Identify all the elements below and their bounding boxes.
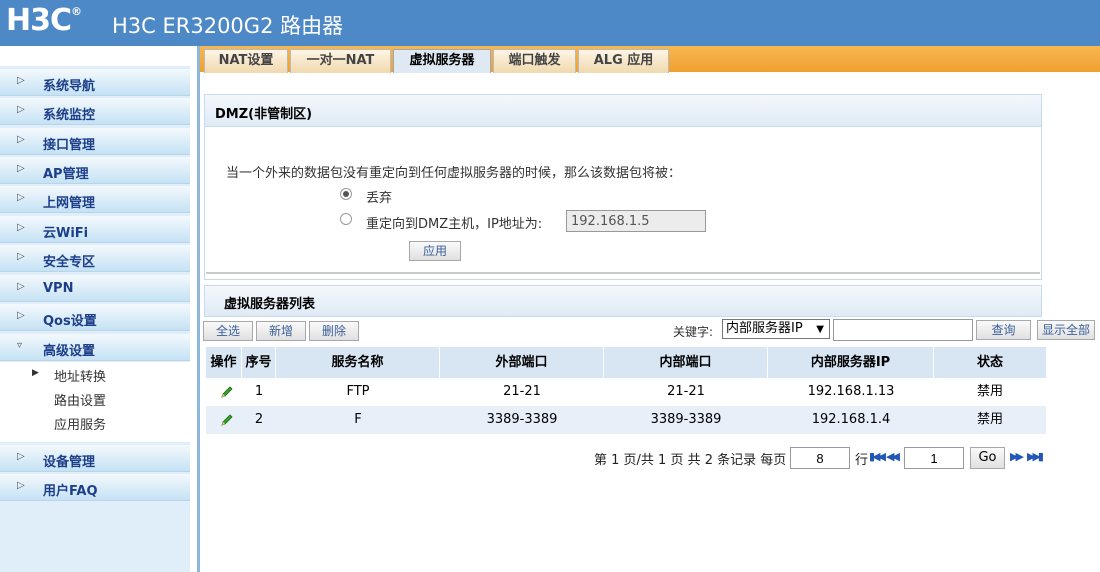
add-button[interactable]: 新增	[256, 321, 306, 341]
next-page-icon[interactable]: ▶▶	[1010, 450, 1024, 463]
tab-alg[interactable]: ALG 应用	[578, 49, 669, 73]
col-index: 序号	[242, 347, 276, 378]
cell-internal-port: 3389-3389	[650, 412, 722, 427]
sidebar-sub-routing[interactable]: 路由设置	[54, 390, 106, 409]
arrow-right-icon: ▷	[17, 104, 25, 115]
cell-index: 1	[254, 384, 264, 399]
radio-discard-label: 丢弃	[366, 191, 393, 206]
rows-label: 行	[855, 453, 869, 468]
col-external-port: 外部端口	[440, 347, 604, 378]
page-number-input[interactable]	[904, 447, 964, 469]
cell-status: 禁用	[976, 384, 1003, 399]
arrow-right-icon: ▷	[17, 251, 25, 262]
page-title: H3C ER3200G2 路由器	[112, 14, 344, 38]
tab-virtual-server[interactable]: 虚拟服务器	[393, 49, 491, 73]
cell-external-port: 3389-3389	[486, 412, 558, 427]
cell-service-name: F	[354, 412, 362, 427]
cell-status: 禁用	[976, 412, 1003, 427]
edit-pencil-icon[interactable]	[219, 412, 235, 428]
dmz-panel: DMZ(非管制区)	[204, 94, 1042, 280]
divider-line	[206, 272, 1040, 274]
keyword-label: 关键字:	[673, 325, 714, 339]
keyword-input[interactable]	[833, 319, 973, 341]
cell-external-port: 21-21	[503, 384, 541, 399]
dmz-description: 当一个外来的数据包没有重定向到任何虚拟服务器的时候，那么该数据包将被：	[226, 166, 682, 181]
cell-internal-port: 21-21	[667, 384, 705, 399]
dmz-title: DMZ(非管制区)	[215, 107, 313, 122]
tab-one-to-one-nat[interactable]: 一对一NAT	[290, 49, 391, 73]
table-header: 操作 序号 服务名称 外部端口 内部端口 内部服务器IP 状态	[206, 347, 1046, 378]
vs-list-header: 虚拟服务器列表	[204, 285, 1042, 317]
tab-nat-settings[interactable]: NAT设置	[204, 49, 288, 73]
col-status: 状态	[976, 355, 1003, 370]
arrow-right-icon: ▷	[17, 192, 25, 203]
col-internal-port: 内部端口	[604, 347, 768, 378]
app-header: H3C® H3C ER3200G2 路由器	[0, 0, 1100, 46]
sidebar-item-ap[interactable]: ▷ AP管理	[0, 157, 190, 184]
arrow-right-icon: ▷	[17, 480, 25, 491]
tab-port-trigger[interactable]: 端口触发	[493, 49, 576, 73]
arrow-right-icon: ▷	[17, 310, 25, 321]
select-all-button[interactable]: 全选	[203, 321, 253, 341]
cell-internal-ip: 192.168.1.13	[807, 384, 895, 399]
show-all-button[interactable]: 显示全部	[1037, 320, 1095, 340]
dropdown-arrow-icon: ▼	[816, 324, 824, 335]
sidebar-item-cloud-wifi[interactable]: ▷ 云WiFi	[0, 216, 190, 243]
sidebar-item-interface[interactable]: ▷ 接口管理	[0, 128, 190, 155]
sidebar-item-system-monitor[interactable]: ▷ 系统监控	[0, 98, 190, 125]
keyword-select[interactable]: 内部服务器IP ▼	[722, 319, 830, 339]
pagination-summary: 第 1 页/共 1 页 共 2 条记录 每页	[594, 453, 787, 468]
delete-button[interactable]: 删除	[309, 321, 359, 341]
sidebar-item-advanced[interactable]: ▿ 高级设置	[0, 334, 190, 361]
prev-page-icon[interactable]: ◀◀	[886, 450, 900, 463]
sidebar-item-vpn[interactable]: ▷ VPN	[0, 275, 190, 302]
sidebar-item-system-nav[interactable]: ▷ 系统导航	[0, 69, 190, 96]
current-item-arrow-icon: ▶	[32, 368, 39, 378]
col-action: 操作	[206, 347, 242, 378]
edit-pencil-icon[interactable]	[219, 384, 235, 400]
sidebar-divider	[197, 46, 200, 572]
first-page-icon[interactable]: ▮◀◀	[869, 450, 886, 463]
search-button[interactable]: 查询	[976, 320, 1031, 340]
cell-service-name: FTP	[346, 384, 370, 399]
sidebar-item-internet[interactable]: ▷ 上网管理	[0, 186, 190, 213]
sidebar-item-security[interactable]: ▷ 安全专区	[0, 245, 190, 272]
col-internal-ip: 内部服务器IP	[768, 347, 934, 378]
arrow-right-icon: ▷	[17, 75, 25, 86]
last-page-icon[interactable]: ▶▶▮	[1027, 450, 1044, 463]
radio-redirect-dmz[interactable]	[340, 213, 352, 225]
col-service-name: 服务名称	[276, 347, 440, 378]
cell-internal-ip: 192.168.1.4	[811, 412, 891, 427]
sidebar-item-qos[interactable]: ▷ Qos设置	[0, 304, 190, 331]
sidebar-item-faq[interactable]: ▷ 用户FAQ	[0, 474, 190, 501]
table-row: 1 FTP 21-21 21-21 192.168.1.13 禁用	[206, 378, 1046, 406]
go-button[interactable]: Go	[970, 447, 1005, 469]
arrow-right-icon: ▷	[17, 134, 25, 145]
sidebar-sub-nat[interactable]: 地址转换	[54, 366, 106, 385]
arrow-right-icon: ▷	[17, 451, 25, 462]
radio-discard[interactable]	[340, 188, 352, 200]
arrow-down-icon: ▿	[17, 340, 23, 351]
per-page-input[interactable]	[790, 447, 850, 469]
cell-index: 2	[254, 412, 264, 427]
radio-redirect-label: 重定向到DMZ主机，IP地址为:	[366, 217, 543, 232]
sidebar-sub-app-service[interactable]: 应用服务	[54, 414, 106, 433]
dmz-apply-button[interactable]: 应用	[409, 241, 461, 261]
dmz-panel-header: DMZ(非管制区)	[205, 95, 1041, 127]
dmz-ip-field[interactable]	[566, 210, 706, 232]
sidebar-item-device[interactable]: ▷ 设备管理	[0, 445, 190, 472]
vs-list-title: 虚拟服务器列表	[224, 297, 316, 312]
arrow-right-icon: ▷	[17, 281, 25, 292]
table-row: 2 F 3389-3389 3389-3389 192.168.1.4 禁用	[206, 406, 1046, 434]
arrow-right-icon: ▷	[17, 222, 25, 233]
arrow-right-icon: ▷	[17, 163, 25, 174]
h3c-logo: H3C®	[6, 3, 82, 38]
